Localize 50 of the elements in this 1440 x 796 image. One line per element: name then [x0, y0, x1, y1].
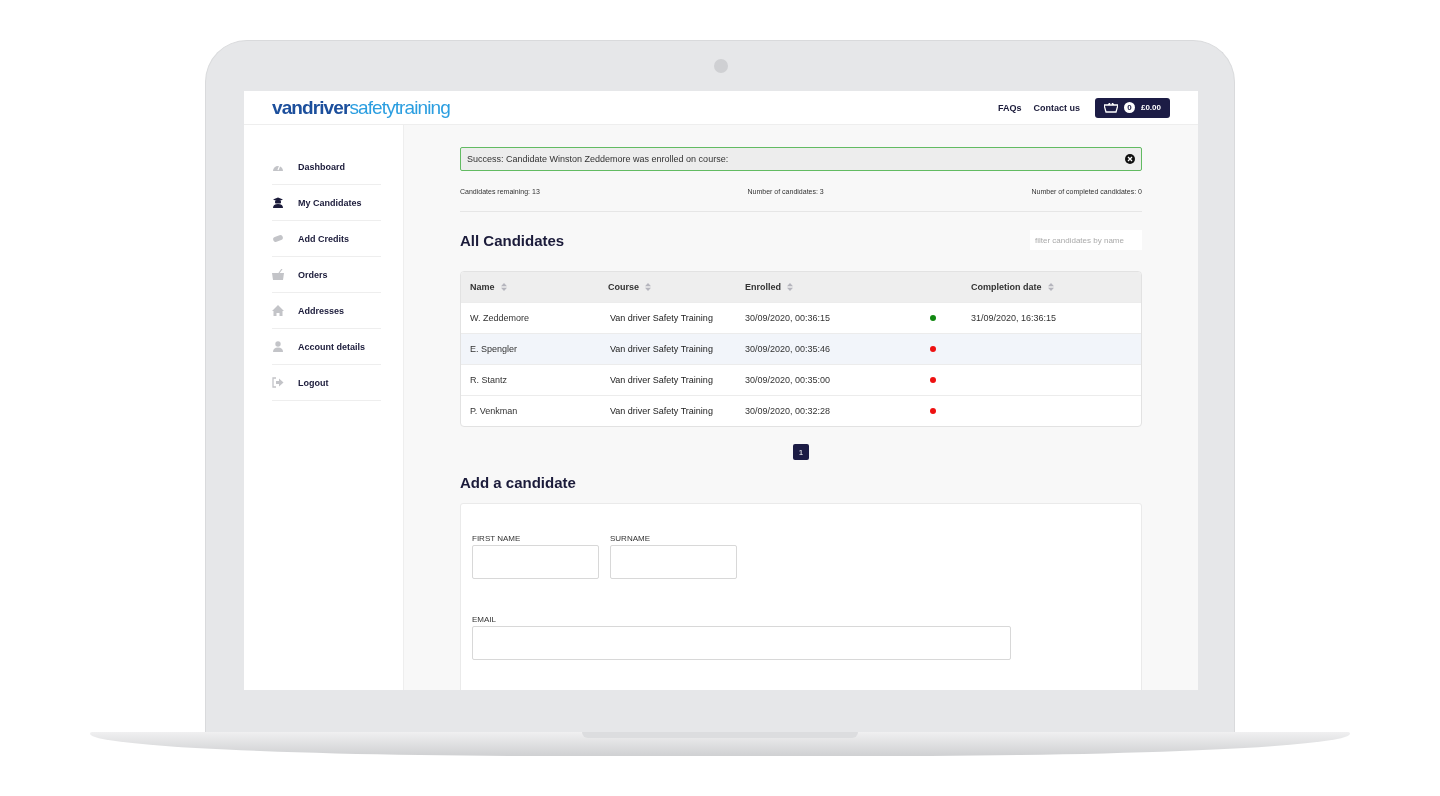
column-header[interactable]: Enrolled — [745, 282, 895, 292]
table-cell-text: Van driver Safety Training — [609, 344, 714, 354]
alert-message: Success: Candidate Winston Zeddemore was enrolled on course: — [467, 154, 729, 164]
input-field[interactable] — [610, 545, 737, 579]
sidebar-item[interactable]: Logout — [272, 365, 381, 401]
nav-link[interactable]: FAQs — [997, 102, 1022, 113]
table-cell-text: 30/09/2020, 00:35:46 — [745, 344, 832, 354]
basket-icon — [1103, 102, 1118, 113]
page-button[interactable]: 1 — [793, 444, 809, 460]
cart-button[interactable]: 0 £0.00 — [1094, 97, 1170, 118]
field-label: FIRST NAME — [472, 534, 522, 543]
sort-icon[interactable] — [500, 283, 507, 291]
sort-icon[interactable] — [787, 283, 793, 291]
cart-total: £0.00 — [1140, 103, 1161, 112]
sort-icon[interactable] — [1047, 283, 1054, 291]
column-header[interactable]: Course — [608, 282, 745, 292]
table-cell-text: Van driver Safety Training — [609, 375, 714, 385]
input-field[interactable] — [472, 545, 599, 579]
column-header[interactable]: Name — [470, 282, 608, 292]
table-row[interactable]: E. Spengler Van driver Safety Training 30/09/2020, 00:35:46 — [461, 333, 1141, 364]
sidebar-item[interactable]: Account details — [272, 329, 381, 365]
table-cell-text: Van driver Safety Training — [609, 313, 714, 323]
logo[interactable]: vandriversafetytraining — [272, 96, 450, 119]
cart-count: 0 — [1123, 102, 1135, 113]
sidebar-item[interactable]: Add Credits — [272, 221, 381, 257]
table-cell-text: 30/09/2020, 00:36:15 — [745, 313, 832, 323]
sort-icon[interactable] — [645, 283, 651, 291]
column-header[interactable]: Completion date — [971, 282, 1141, 292]
section-title: Add a candidate — [460, 474, 577, 491]
sidebar-item[interactable]: Addresses — [272, 293, 381, 329]
table-cell-text: 30/09/2020, 00:32:28 — [745, 406, 832, 416]
table-cell-text: 31/09/2020, 16:36:15 — [971, 313, 1058, 323]
table-cell-text: 30/09/2020, 00:35:00 — [745, 375, 832, 385]
field-label: EMAIL — [472, 615, 497, 624]
table-cell-text: W. Zeddemore — [470, 313, 531, 323]
nav-link[interactable]: Contact us — [1033, 102, 1080, 113]
table-row[interactable]: R. Stantz Van driver Safety Training 30/09/2020, 00:35:00 — [461, 364, 1141, 395]
section-title: All Candidates — [460, 231, 565, 249]
sidebar-item[interactable]: Orders — [272, 257, 381, 293]
sidebar-item[interactable]: Dashboard — [272, 149, 381, 185]
filter-input[interactable]: filter candidates by name — [1030, 230, 1142, 250]
input-field[interactable] — [472, 626, 1011, 660]
sidebar-item[interactable]: My Candidates — [272, 185, 381, 221]
table-cell-text: R. Stantz — [470, 375, 508, 385]
field-label: SURNAME — [610, 534, 651, 543]
close-icon[interactable] — [1125, 154, 1135, 164]
table-cell-text: Van driver Safety Training — [609, 406, 714, 416]
table-cell-text: P. Venkman — [470, 406, 519, 416]
table-cell-text: E. Spengler — [470, 344, 519, 354]
table-row[interactable]: P. Venkman Van driver Safety Training 30/09/2020, 00:32:28 — [461, 395, 1141, 426]
